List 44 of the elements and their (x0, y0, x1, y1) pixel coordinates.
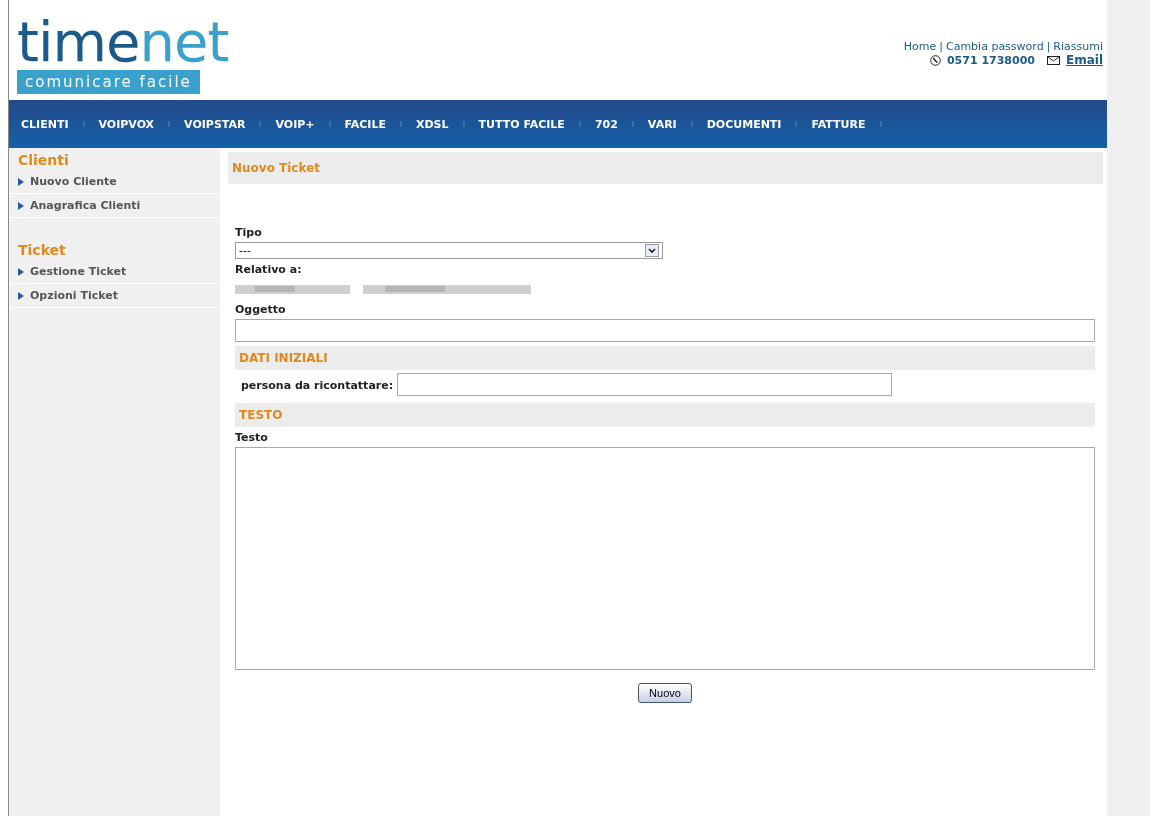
field-label: Relativo a: (235, 263, 303, 276)
sidebar-item[interactable]: Opzioni Ticket (9, 284, 220, 308)
separator: | (1046, 40, 1051, 53)
nav-item[interactable]: VOIP+ (275, 117, 315, 131)
nav-item[interactable]: FATTURE (811, 117, 866, 131)
top-link[interactable]: Cambia password (946, 40, 1044, 53)
arrow-icon (18, 201, 24, 210)
arrow-icon (18, 267, 24, 276)
field-label: Tipo (235, 226, 263, 239)
logo: timenet comunicare facile (17, 14, 229, 100)
top-link[interactable]: Riassumi (1053, 40, 1103, 53)
nav-item[interactable]: FACILE (344, 117, 386, 131)
field-label: persona da ricontattare: (241, 378, 394, 392)
sidebar-heading: Clienti (17, 151, 70, 170)
contact-person-field[interactable] (397, 373, 893, 396)
nav-item[interactable]: 702 (594, 117, 618, 131)
section-heading: DATI INIZIALI (235, 346, 1095, 370)
nav-item[interactable]: VOIPSTAR (184, 117, 246, 131)
nav-item[interactable]: VOIPVOX (98, 117, 155, 131)
dropdown-icon (645, 244, 659, 257)
nav-item[interactable]: VARI (647, 117, 677, 131)
field-label: Oggetto (235, 303, 287, 316)
arrow-icon (18, 177, 24, 186)
page-title: Nuovo Ticket (228, 152, 1103, 184)
arrow-icon (18, 291, 24, 300)
nav-item[interactable]: DOCUMENTI (706, 117, 782, 131)
top-link[interactable]: Home (903, 40, 937, 53)
submit-button[interactable]: Nuovo (638, 683, 692, 703)
sidebar-heading: Ticket (17, 241, 67, 260)
sidebar-item[interactable]: Nuovo Cliente (9, 170, 220, 194)
phone-number: 0571 1738000 (946, 53, 1035, 67)
section-heading: TESTO (235, 403, 1095, 427)
separator: | (939, 40, 943, 53)
nav-item[interactable]: XDSL (416, 117, 449, 131)
nav-item[interactable]: TUTTO FACILE (478, 117, 565, 131)
email-link[interactable]: Email (1065, 53, 1103, 67)
sidebar-item[interactable]: Anagrafica Clienti (9, 194, 220, 218)
type-select[interactable]: --- (235, 242, 663, 259)
phone-icon (929, 54, 941, 66)
subject-field[interactable] (235, 319, 1095, 342)
sidebar-item[interactable]: Gestione Ticket (9, 260, 220, 284)
envelope-icon (1046, 55, 1060, 65)
field-label: Testo (235, 431, 269, 444)
nav-item[interactable]: CLIENTI (21, 117, 69, 131)
